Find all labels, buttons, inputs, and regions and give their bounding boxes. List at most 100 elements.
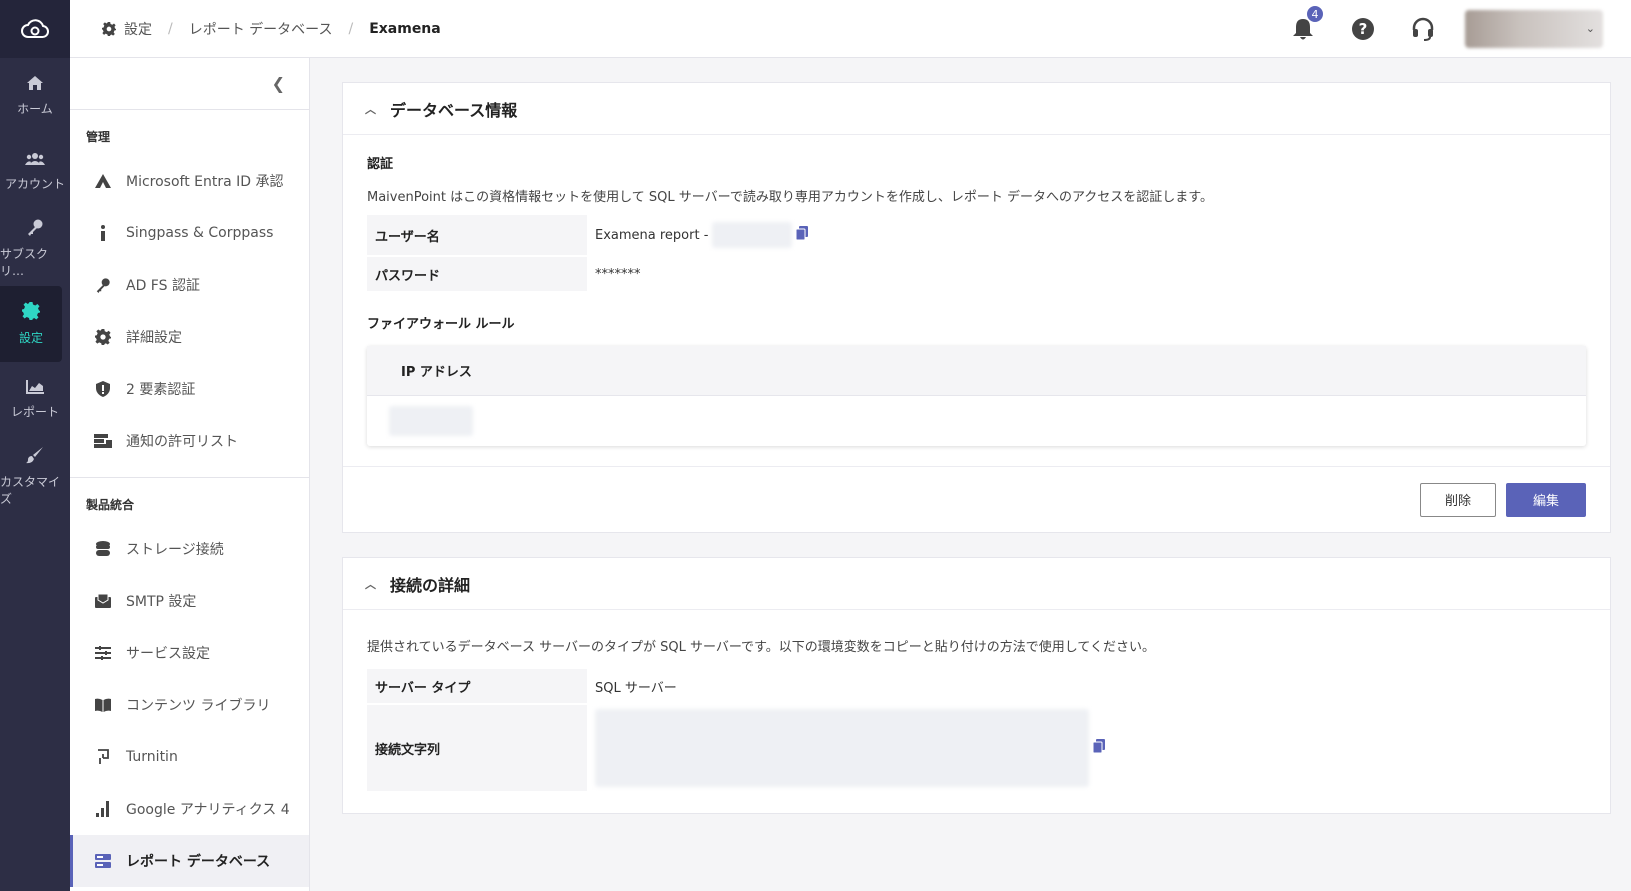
card-title: 接続の詳細 — [390, 575, 471, 595]
rail-item-home[interactable]: ホーム — [0, 58, 70, 134]
sidebar-item-label: 詳細設定 — [126, 330, 182, 346]
sidebar-item-advanced[interactable]: 詳細設定 — [70, 311, 309, 363]
sidebar-item-turnitin[interactable]: Turnitin — [70, 731, 309, 783]
password-value: ******* — [595, 266, 641, 282]
ip-table: IP アドレス — [367, 346, 1586, 446]
sidebar-item-label: Google アナリティクス 4 — [126, 802, 290, 818]
rail-label-settings: 設定 — [18, 331, 43, 345]
sidebar-item-ga4[interactable]: Google アナリティクス 4 — [70, 783, 309, 835]
edit-button[interactable]: 編集 — [1506, 482, 1586, 517]
home-icon — [26, 75, 44, 94]
app-rail: ホーム アカウント サブスクリ… 設定 レポート カスタマイズ — [0, 0, 70, 891]
help-icon: ? — [1352, 18, 1374, 40]
username-row: ユーザー名 Examena report - — [367, 215, 1586, 255]
brush-icon — [26, 446, 44, 467]
server-type-value: SQL サーバー — [595, 680, 677, 696]
sidebar-item-content-library[interactable]: コンテンツ ライブラリ — [70, 679, 309, 731]
chevron-up-icon[interactable]: ︿ — [365, 576, 376, 592]
connection-details-header[interactable]: ︿ 接続の詳細 — [343, 558, 1610, 610]
rail-item-reports[interactable]: レポート — [0, 362, 70, 438]
password-label: パスワード — [367, 257, 587, 291]
sidebar-item-label: Microsoft Entra ID 承認 — [126, 174, 284, 190]
rail-label-reports: レポート — [10, 405, 59, 419]
top-bar: 設定 / レポート データベース / Examena 4 ? ⌄ — [70, 0, 1631, 58]
connection-string-cell — [587, 705, 1105, 791]
breadcrumb-separator: / — [168, 20, 173, 37]
chevron-up-icon[interactable]: ︿ — [365, 101, 376, 117]
notification-badge: 4 — [1306, 5, 1324, 23]
sidebar-item-2fa[interactable]: 2 要素認証 — [70, 363, 309, 415]
breadcrumb-current: Examena — [369, 20, 441, 37]
auth-description: MaivenPoint はこの資格情報セットを使用して SQL サーバーで読み取… — [367, 190, 1214, 205]
database-info-card: ︿ データベース情報 認証 MaivenPoint はこの資格情報セットを使用し… — [342, 82, 1611, 533]
support-button[interactable] — [1393, 0, 1453, 58]
rail-label-subscriptions: サブスクリ… — [0, 246, 49, 278]
rail-item-subscriptions[interactable]: サブスクリ… — [0, 210, 70, 286]
mail-icon — [94, 594, 112, 608]
analytics-icon — [94, 801, 112, 817]
sidebar-item-label: 2 要素認証 — [126, 382, 196, 398]
sidebar-item-label: コンテンツ ライブラリ — [126, 698, 271, 714]
connection-string-row: 接続文字列 — [367, 705, 1586, 791]
rail-item-customize[interactable]: カスタマイズ — [0, 438, 70, 514]
sliders-icon — [94, 646, 112, 660]
turnitin-icon — [94, 749, 112, 765]
entra-icon — [94, 174, 112, 188]
gear-icon — [22, 302, 40, 323]
chevron-left-icon: ❮ — [271, 74, 285, 93]
sidebar-item-adfs[interactable]: AD FS 認証 — [70, 259, 309, 311]
password-row: パスワード ******* — [367, 257, 1586, 291]
delete-button[interactable]: 削除 — [1419, 482, 1496, 517]
rail-item-accounts[interactable]: アカウント — [0, 134, 70, 210]
username-value: Examena report - — [595, 227, 709, 243]
connection-details-body: 提供されているデータベース サーバーのタイプが SQL サーバーです。以下の環境… — [343, 610, 1610, 813]
headset-icon — [1412, 17, 1434, 41]
sidebar-item-report-db[interactable]: レポート データベース — [70, 835, 309, 887]
sidebar-item-entra[interactable]: Microsoft Entra ID 承認 — [70, 155, 309, 207]
sidebar-item-label: Singpass & Corppass — [126, 225, 274, 241]
main-content: ︿ データベース情報 認証 MaivenPoint はこの資格情報セットを使用し… — [342, 82, 1611, 838]
redacted-connection-string — [595, 709, 1089, 787]
sidebar-item-singpass[interactable]: Singpass & Corppass — [70, 207, 309, 259]
user-avatar[interactable] — [1465, 10, 1603, 48]
gear-icon — [102, 21, 116, 36]
section-title-integration: 製品統合 — [86, 498, 135, 512]
sidebar-item-label: 通知の許可リスト — [126, 434, 238, 450]
notifications-button[interactable]: 4 — [1273, 0, 1333, 58]
svg-text:?: ? — [1359, 20, 1368, 38]
breadcrumb-settings[interactable]: 設定 — [102, 19, 152, 39]
breadcrumb: 設定 / レポート データベース / Examena — [70, 19, 441, 39]
key-icon — [94, 277, 112, 293]
rail-label-accounts: アカウント — [4, 177, 65, 191]
rail-label-home: ホーム — [17, 102, 53, 116]
sidebar-item-smtp[interactable]: SMTP 設定 — [70, 575, 309, 627]
ip-column-header: IP アドレス — [367, 346, 1586, 396]
rail-item-settings[interactable]: 設定 — [0, 286, 62, 362]
shield-icon — [94, 381, 112, 397]
chart-icon — [26, 380, 44, 397]
report-db-icon — [94, 854, 112, 868]
app-logo[interactable] — [0, 0, 70, 58]
database-info-actions: 削除 編集 — [343, 466, 1610, 532]
rail-label-customize: カスタマイズ — [0, 474, 61, 506]
sidebar-item-service[interactable]: サービス設定 — [70, 627, 309, 679]
database-info-body: 認証 MaivenPoint はこの資格情報セットを使用して SQL サーバーで… — [343, 135, 1610, 466]
connection-string-label: 接続文字列 — [367, 705, 587, 791]
collapse-sidebar-button[interactable]: ❮ — [70, 58, 309, 110]
sidebar-item-allowlist[interactable]: 通知の許可リスト — [70, 415, 309, 467]
connection-description: 提供されているデータベース サーバーのタイプが SQL サーバーです。以下の環境… — [367, 640, 1155, 655]
redacted-username — [712, 222, 793, 248]
username-value-cell: Examena report - — [587, 215, 809, 255]
gear-icon — [94, 329, 112, 345]
table-row — [367, 396, 1586, 446]
section-title-admin: 管理 — [86, 130, 111, 144]
breadcrumb-middle[interactable]: レポート データベース — [189, 19, 333, 39]
sidebar-item-storage[interactable]: ストレージ接続 — [70, 523, 309, 575]
chevron-down-icon[interactable]: ⌄ — [1586, 22, 1595, 35]
card-title: データベース情報 — [390, 100, 518, 120]
copy-icon[interactable] — [795, 226, 809, 244]
copy-icon[interactable] — [1092, 739, 1105, 757]
help-button[interactable]: ? — [1333, 0, 1393, 58]
database-info-header[interactable]: ︿ データベース情報 — [343, 83, 1610, 135]
server-type-row: サーバー タイプ SQL サーバー — [367, 669, 1586, 703]
